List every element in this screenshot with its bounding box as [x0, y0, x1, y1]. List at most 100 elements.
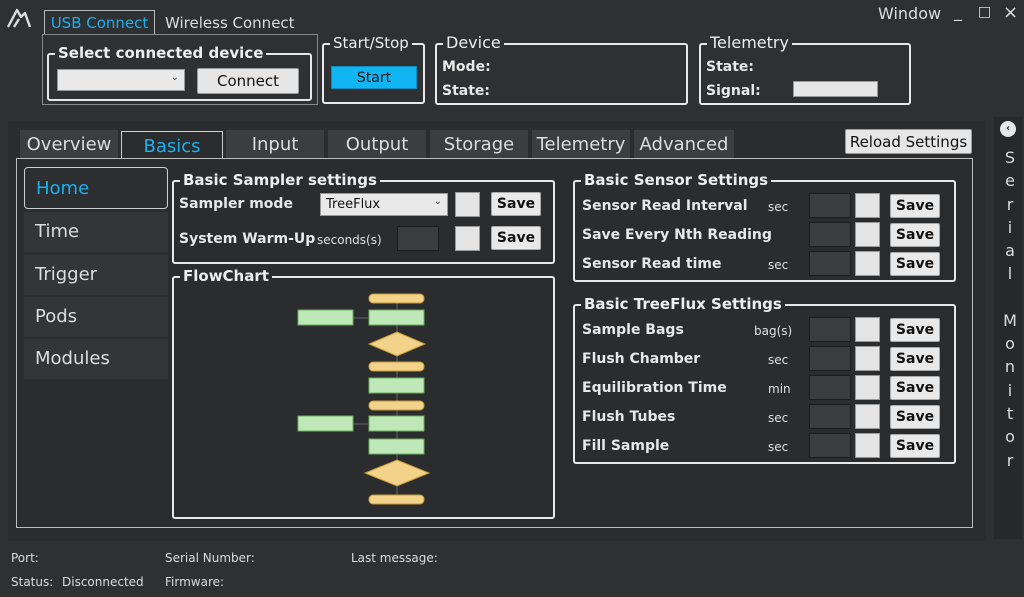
fill-sample-indicator: [855, 433, 880, 458]
save-sampler-mode-button[interactable]: Save: [491, 192, 541, 216]
device-title: Device: [443, 34, 504, 52]
minimize-icon[interactable]: _: [954, 2, 962, 21]
warmup-input[interactable]: [397, 226, 439, 251]
flush-chamber-label: Flush Chamber: [582, 351, 701, 367]
tab-storage[interactable]: Storage: [430, 130, 528, 158]
flush-tubes-indicator: [855, 404, 880, 429]
tab-output[interactable]: Output: [328, 130, 426, 158]
serial-monitor-letter: r: [1006, 450, 1014, 470]
chevron-down-icon: ⌄: [433, 196, 442, 207]
sidebar-item-modules[interactable]: Modules: [24, 339, 168, 379]
sidebar-item-trigger[interactable]: Trigger: [24, 255, 168, 295]
sampler-mode-dropdown[interactable]: TreeFlux ⌄: [320, 193, 448, 216]
tab-input[interactable]: Input: [226, 130, 324, 158]
sample-bags-unit: bag(s): [754, 324, 793, 338]
device-dropdown[interactable]: ⌄: [57, 69, 185, 91]
window-title: Window: [878, 4, 942, 23]
serial-monitor-letter: t: [1006, 403, 1014, 423]
signal-bar: [793, 81, 878, 97]
chevron-down-icon: ⌄: [170, 72, 179, 83]
save-every-nth-input[interactable]: [809, 222, 851, 247]
serial-monitor-letter: e: [1005, 171, 1015, 191]
serial-monitor-letter: [1002, 286, 1018, 309]
sampler-mode-indicator: [455, 192, 480, 217]
equilibration-time-input[interactable]: [809, 375, 851, 400]
sensor-read-time-input[interactable]: [809, 251, 851, 276]
device-mode-label: Mode:: [442, 59, 491, 75]
sample-bags-input[interactable]: [809, 317, 851, 342]
sensor-read-time-unit: sec: [768, 258, 789, 272]
serial-monitor-letter: o: [1005, 334, 1015, 354]
serial-monitor-letter: a: [1005, 241, 1015, 261]
sensor-read-time-indicator: [855, 251, 880, 276]
reload-settings-button[interactable]: Reload Settings: [845, 129, 972, 154]
equilibration-time-unit: min: [768, 382, 791, 396]
serial-monitor-letter: i: [1007, 217, 1013, 237]
sample-bags-indicator: [855, 317, 880, 342]
sensor-read-interval-indicator: [855, 193, 880, 218]
tab-overview[interactable]: Overview: [20, 130, 118, 158]
firmware-label: Firmware:: [165, 575, 225, 589]
serial-monitor-letter: n: [1004, 357, 1016, 377]
port-label: Port:: [11, 551, 39, 565]
save-sensor-read-time-button[interactable]: Save: [890, 252, 940, 276]
sensor-read-time-label: Sensor Read time: [582, 256, 722, 272]
basic-sensor-title: Basic Sensor Settings: [581, 171, 772, 189]
sensor-read-interval-input[interactable]: [809, 193, 851, 218]
save-flush-chamber-button[interactable]: Save: [890, 347, 940, 371]
sidebar-item-pods[interactable]: Pods: [24, 297, 168, 337]
collapse-arrow-icon[interactable]: ‹: [1000, 121, 1016, 137]
save-sample-bags-button[interactable]: Save: [890, 318, 940, 342]
basic-treeflux-title: Basic TreeFlux Settings: [581, 295, 785, 313]
connect-button[interactable]: Connect: [197, 68, 299, 94]
flush-tubes-label: Flush Tubes: [582, 409, 676, 425]
telemetry-signal-label: Signal:: [706, 83, 761, 99]
status-value: Disconnected: [62, 575, 144, 589]
tab-usb-connect[interactable]: USB Connect: [44, 10, 155, 34]
flowchart-title: FlowChart: [180, 267, 272, 285]
telemetry-title: Telemetry: [707, 34, 792, 52]
save-every-nth-button[interactable]: Save: [890, 223, 940, 247]
serial-number-label: Serial Number:: [165, 551, 255, 565]
last-message-label: Last message:: [351, 551, 438, 565]
equilibration-time-indicator: [855, 375, 880, 400]
equilibration-time-label: Equilibration Time: [582, 380, 727, 396]
telemetry-state-label: State:: [706, 59, 755, 75]
warmup-indicator: [455, 226, 480, 251]
sensor-read-interval-unit: sec: [768, 200, 789, 214]
sensor-read-interval-label: Sensor Read Interval: [582, 198, 748, 214]
flush-chamber-input[interactable]: [809, 346, 851, 371]
serial-monitor-letter: i: [1007, 380, 1013, 400]
flush-tubes-input[interactable]: [809, 404, 851, 429]
save-flush-tubes-button[interactable]: Save: [890, 405, 940, 429]
fill-sample-input[interactable]: [809, 433, 851, 458]
warmup-unit: seconds(s): [317, 233, 382, 247]
maximize-icon[interactable]: □: [978, 4, 991, 20]
sidebar-item-time[interactable]: Time: [24, 212, 168, 252]
tab-advanced[interactable]: Advanced: [634, 130, 734, 158]
start-stop-title: Start/Stop: [330, 34, 412, 52]
device-state-label: State:: [442, 83, 491, 99]
tab-basics[interactable]: Basics: [121, 131, 223, 159]
close-icon[interactable]: ×: [1003, 2, 1018, 23]
save-every-nth-label: Save Every Nth Reading: [582, 227, 772, 243]
flush-chamber-indicator: [855, 346, 880, 371]
save-fill-sample-button[interactable]: Save: [890, 434, 940, 458]
fill-sample-label: Fill Sample: [582, 438, 670, 454]
save-every-nth-indicator: [855, 222, 880, 247]
start-button[interactable]: Start: [331, 66, 417, 89]
flush-chamber-unit: sec: [768, 353, 789, 367]
serial-monitor-letter: r: [1006, 194, 1014, 214]
sidebar-item-home[interactable]: Home: [24, 167, 168, 209]
app-logo-icon: [5, 5, 33, 33]
save-equilibration-time-button[interactable]: Save: [890, 376, 940, 400]
status-label: Status:: [11, 575, 54, 589]
serial-monitor-letter: M: [1003, 310, 1017, 330]
save-warmup-button[interactable]: Save: [491, 226, 541, 250]
save-sensor-read-interval-button[interactable]: Save: [890, 194, 940, 218]
serial-monitor-letter: S: [1004, 148, 1016, 167]
sampler-mode-value: TreeFlux: [326, 197, 381, 212]
tab-wireless-connect[interactable]: Wireless Connect: [165, 14, 295, 32]
sample-bags-label: Sample Bags: [582, 322, 684, 338]
tab-telemetry[interactable]: Telemetry: [532, 130, 630, 158]
